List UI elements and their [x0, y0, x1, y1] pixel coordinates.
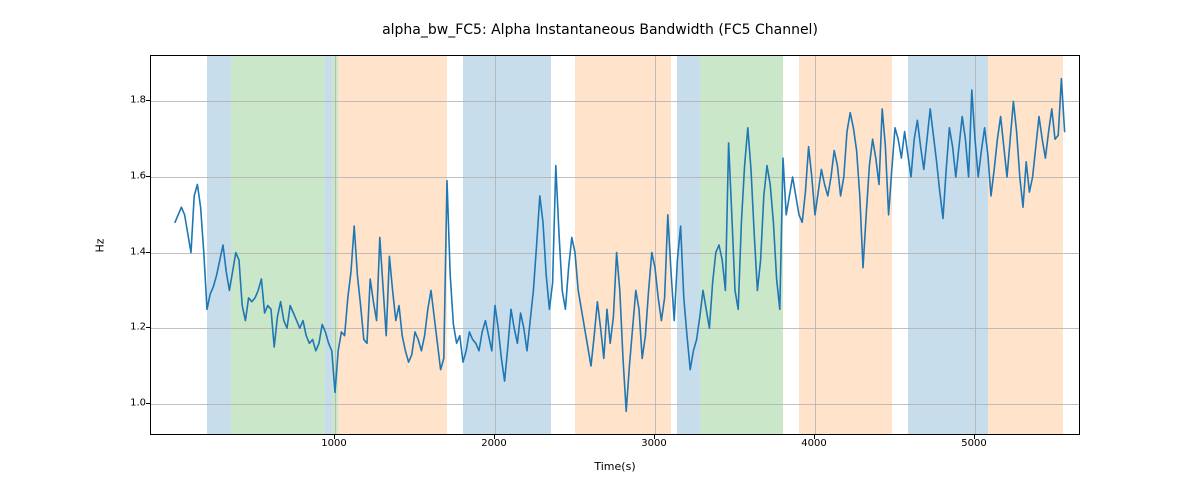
y-tick-label: 1.8 — [118, 95, 146, 106]
series-polyline — [175, 79, 1065, 412]
x-tick-mark — [654, 435, 655, 439]
y-tick-label: 1.6 — [118, 170, 146, 181]
y-tick-mark — [146, 100, 150, 101]
x-tick-mark — [814, 435, 815, 439]
line-series — [151, 56, 1079, 434]
x-tick-mark — [334, 435, 335, 439]
x-tick-label: 5000 — [961, 438, 986, 449]
y-tick-mark — [146, 252, 150, 253]
y-tick-mark — [146, 176, 150, 177]
x-axis-label: Time(s) — [150, 460, 1080, 473]
figure: alpha_bw_FC5: Alpha Instantaneous Bandwi… — [0, 0, 1200, 500]
y-tick-label: 1.4 — [118, 246, 146, 257]
x-tick-label: 4000 — [801, 438, 826, 449]
chart-title: alpha_bw_FC5: Alpha Instantaneous Bandwi… — [0, 22, 1200, 38]
x-tick-label: 3000 — [641, 438, 666, 449]
y-tick-mark — [146, 327, 150, 328]
x-tick-label: 2000 — [481, 438, 506, 449]
x-tick-mark — [974, 435, 975, 439]
y-axis-label: Hz — [92, 55, 108, 435]
x-tick-mark — [494, 435, 495, 439]
y-axis-label-text: Hz — [93, 238, 106, 252]
y-tick-label: 1.0 — [118, 397, 146, 408]
y-tick-mark — [146, 403, 150, 404]
axes — [150, 55, 1080, 435]
x-tick-label: 1000 — [321, 438, 346, 449]
y-tick-label: 1.2 — [118, 322, 146, 333]
